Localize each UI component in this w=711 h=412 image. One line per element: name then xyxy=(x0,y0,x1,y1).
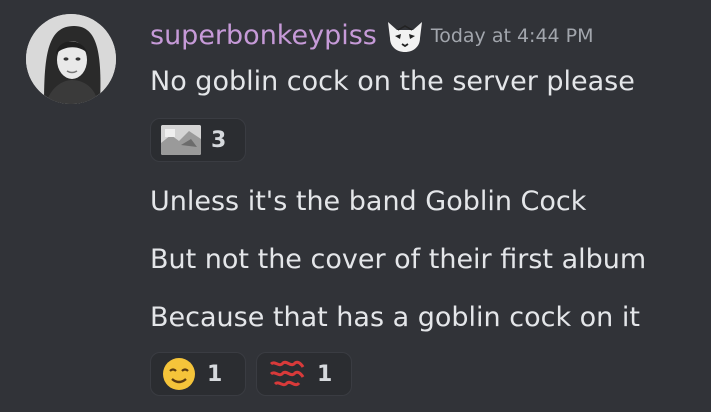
reaction-count: 1 xyxy=(207,361,223,387)
message-header: superbonkeypiss Today at 4:44 PM xyxy=(150,16,594,56)
username[interactable]: superbonkeypiss xyxy=(150,16,377,56)
reaction-relieved[interactable]: 1 xyxy=(150,352,246,396)
image-emoji-icon xyxy=(161,125,201,155)
message-line: Unless it's the band Goblin Cock xyxy=(150,186,587,217)
user-avatar[interactable] xyxy=(26,14,116,104)
avatar-portrait-icon xyxy=(26,14,116,104)
reaction-count: 3 xyxy=(211,127,227,153)
message-line: No goblin cock on the server please xyxy=(150,66,635,97)
reaction-image[interactable]: 3 xyxy=(150,118,246,162)
message-timestamp: Today at 4:44 PM xyxy=(430,25,594,47)
relieved-face-icon xyxy=(163,358,195,390)
chat-message: superbonkeypiss Today at 4:44 PM No gobl… xyxy=(0,0,711,412)
message-line: But not the cover of their first album xyxy=(150,244,647,275)
message-line: Because that has a goblin cock on it xyxy=(150,302,640,333)
reaction-count: 1 xyxy=(317,361,333,387)
reaction-red-sticker[interactable]: 1 xyxy=(256,352,352,396)
cat-badge-icon[interactable] xyxy=(385,18,425,54)
red-text-sticker-icon xyxy=(269,360,305,387)
